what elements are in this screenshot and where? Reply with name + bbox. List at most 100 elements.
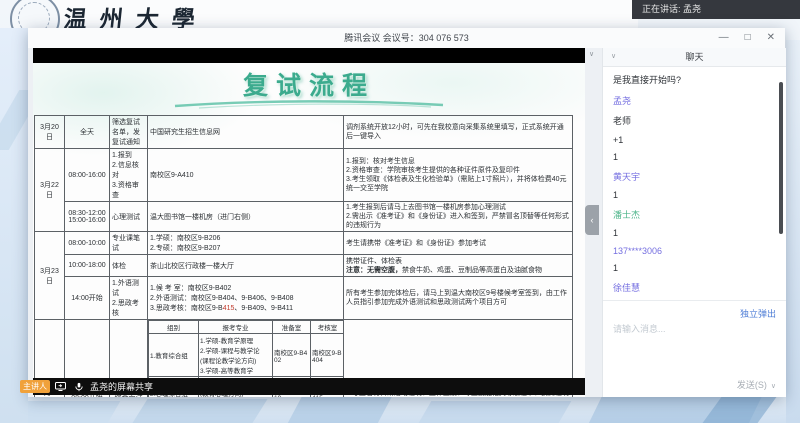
item-cell: 体检 [110, 255, 148, 277]
note-line: 携带证件、体检表 [346, 257, 570, 266]
chat-sender-name: 徐佳慧 [613, 281, 776, 294]
chat-panel: ∨ 聊天 是我直接开始吗? 孟尧 老师 +1 1 黄天宇 1 潘士杰 1 137… [602, 48, 786, 397]
chevron-down-icon[interactable]: ∨ [589, 50, 594, 58]
note-cell: 1.报到：核对考生信息 2.资格审查：学院审核考生提供的各种证件原件及复印件 3… [344, 149, 573, 202]
chat-header: ∨ 聊天 [603, 48, 786, 67]
close-button[interactable]: ✕ [767, 28, 775, 48]
chat-sender-name: 137****3006 [613, 246, 776, 256]
desktop: 温州大學 正在讲话: 孟尧 腾讯会议 会议号：304 076 573 — □ ✕… [0, 0, 800, 423]
popout-row: 独立弹出 [603, 301, 786, 320]
item-cell: 1.报到 2.信息核对 3.资格审查 [110, 149, 148, 202]
video-thumbnails-strip-redacted [33, 48, 585, 63]
note-cell: 所有考生参加完体检后，请马上到温大南校区9号楼候考室签到，由工作人员指引参加完成… [344, 277, 573, 320]
location-cell: 温大图书馆一楼机房（进门右侧） [148, 202, 344, 232]
title-underline-swoosh [169, 99, 449, 109]
prep-room-cell: 南校区9-B402 [273, 334, 311, 377]
popout-link[interactable]: 独立弹出 [740, 309, 776, 319]
share-status-bar: 主讲人 [33, 378, 585, 395]
window-titlebar: 腾讯会议 会议号：304 076 573 — □ ✕ [28, 28, 785, 49]
share-label: 孟尧的屏幕共享 [90, 380, 153, 393]
speaking-indicator-text: 正在讲话: 孟尧 [642, 4, 701, 14]
maximize-button[interactable]: □ [745, 28, 751, 48]
speaking-indicator-toast: 正在讲话: 孟尧 [632, 0, 800, 19]
microphone-icon [74, 382, 84, 392]
window-controls: — □ ✕ [719, 28, 775, 48]
chat-message: 老师 [613, 114, 776, 127]
screen-share-icon [55, 382, 66, 391]
location-cell: 南校区9-A410 [148, 149, 344, 202]
chat-compose-area: 独立弹出 发送(S) ∨ [603, 300, 786, 397]
location-cell: 茶山北校区行政楼一楼大厅 [148, 255, 344, 277]
location-cell: 1.学硕：南校区9-B206 2.专硕：南校区9-B207 [148, 232, 344, 255]
send-row: 发送(S) ∨ [737, 378, 776, 391]
table-row: 10:00-18:00 体检 茶山北校区行政楼一楼大厅 携带证件、体检表 注意：… [35, 255, 573, 277]
group-cell: 1.教育综合组 [149, 334, 199, 377]
exam-room-cell: 南校区9-B404 [311, 334, 344, 377]
time-cell: 08:00-10:00 [65, 232, 110, 255]
window-body: 复试流程 3月20日 全天 筛选复试名单，发复试通知 中国研究生招生信息网 调剂… [28, 48, 785, 397]
time-cell: 10:00-18:00 [65, 255, 110, 277]
note-cell: 调剂系统开放12小时，可先在我校意向采集系统里填写，正式系统开通后一键导入 [344, 116, 573, 149]
exam-schedule-table: 3月20日 全天 筛选复试名单，发复试通知 中国研究生招生信息网 调剂系统开放1… [34, 115, 573, 397]
date-cell: 3月22日 [35, 149, 65, 232]
column-header: 报考专业 [199, 321, 273, 334]
item-cell: 筛选复试名单，发复试通知 [110, 116, 148, 149]
panel-collapse-handle[interactable]: ‹ [585, 205, 599, 235]
chat-title: 聊天 [603, 48, 786, 66]
background-shape [419, 401, 572, 423]
note-cell: 1.考生报到后请马上去图书馆一楼机房参加心理测试 2.需出示《准考证》和《身份证… [344, 202, 573, 232]
minimize-button[interactable]: — [719, 28, 729, 48]
background-right-edge [786, 40, 800, 423]
item-cell: 专业课笔试 [110, 232, 148, 255]
tencent-meeting-window: 腾讯会议 会议号：304 076 573 — □ ✕ 复试流程 [28, 28, 785, 397]
note-cell: 考生请携带《准考证》和《身份证》参加考试 [344, 232, 573, 255]
time-cell: 08:30-12:00 15:00-16:00 [65, 202, 110, 232]
note-cell: 携带证件、体检表 注意：无需空腹，禁食牛奶、鸡蛋、豆制品等高蛋白及油腻食物 [344, 255, 573, 277]
table-row: 14:00开始 1.外语测试 2.思政考核 1.候 考 室：南校区9-B402 … [35, 277, 573, 320]
send-button[interactable]: 发送(S) [737, 380, 767, 390]
location-cell: 1.候 考 室：南校区9-B402 2.外语测试：南校区9-B404、9-B40… [148, 277, 344, 320]
background-shape [288, 396, 392, 423]
table-row: 3月22日 08:00-16:00 1.报到 2.信息核对 3.资格审查 南校区… [35, 149, 573, 202]
chat-message: 1 [613, 152, 776, 162]
chat-sender-name: 黄天宇 [613, 170, 776, 183]
time-cell: 08:00-16:00 [65, 149, 110, 202]
table-row: 3月23日 08:00-10:00 专业课笔试 1.学硕：南校区9-B206 2… [35, 232, 573, 255]
major-cell: 1.学硕-教育学原理 2.学硕-课程与教学论 (课程论教学论方向) 3.学硕-高… [199, 334, 273, 377]
location-cell: 中国研究生招生信息网 [148, 116, 344, 149]
time-cell: 全天 [65, 116, 110, 149]
column-header: 组别 [149, 321, 199, 334]
item-cell: 1.外语测试 2.思政考核 [110, 277, 148, 320]
chat-scrollbar[interactable] [779, 82, 783, 234]
chat-message: +1 [613, 135, 776, 145]
table-row: 08:30-12:00 15:00-16:00 心理测试 温大图书馆一楼机房（进… [35, 202, 573, 232]
screen-share-area: 复试流程 3月20日 全天 筛选复试名单，发复试通知 中国研究生招生信息网 调剂… [33, 48, 585, 397]
document-title: 复试流程 [33, 66, 585, 102]
note-line: 注意：无需空腹，禁食牛奶、鸡蛋、豆制品等高蛋白及油腻食物 [346, 266, 570, 275]
column-header: 准备室 [273, 321, 311, 334]
background-shape [133, 399, 268, 423]
background-left-edge [0, 28, 28, 423]
time-cell: 14:00开始 [65, 277, 110, 320]
chat-message: 1 [613, 190, 776, 200]
chat-message: 1 [613, 228, 776, 238]
chat-sender-name: 潘士杰 [613, 208, 776, 221]
table-row: 1.教育综合组 1.学硕-教育学原理 2.学硕-课程与教学论 (课程论教学论方向… [149, 334, 344, 377]
table-header-row: 组别 报考专业 准备室 考核室 [149, 321, 344, 334]
column-header: 考核室 [311, 321, 344, 334]
chat-sender-name: 孟尧 [613, 94, 776, 107]
date-cell: 3月23日 [35, 232, 65, 320]
chat-message: 1 [613, 263, 776, 273]
chat-message-list: 是我直接开始吗? 孟尧 老师 +1 1 黄天宇 1 潘士杰 1 137****3… [603, 66, 786, 301]
item-cell: 心理测试 [110, 202, 148, 232]
chat-input[interactable] [603, 320, 786, 370]
shared-screen-content: 复试流程 3月20日 全天 筛选复试名单，发复试通知 中国研究生招生信息网 调剂… [33, 63, 585, 397]
chat-message: 是我直接开始吗? [613, 73, 776, 86]
chevron-down-icon[interactable]: ∨ [611, 52, 616, 60]
highlighted-room-number: 415 [223, 305, 235, 312]
date-cell: 3月20日 [35, 116, 65, 149]
table-row: 3月20日 全天 筛选复试名单，发复试通知 中国研究生招生信息网 调剂系统开放1… [35, 116, 573, 149]
chevron-down-icon[interactable]: ∨ [771, 383, 776, 390]
presenter-badge: 主讲人 [20, 380, 50, 393]
window-title: 腾讯会议 会议号：304 076 573 [28, 28, 785, 48]
